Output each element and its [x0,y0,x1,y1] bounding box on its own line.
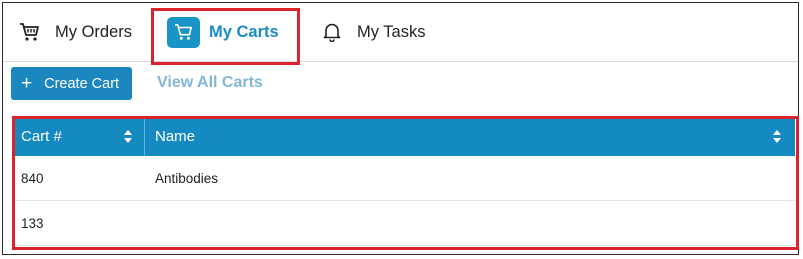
cart-icon [167,16,200,48]
tab-my-carts-label: My Carts [209,22,279,41]
cart-name-cell: Antibodies [155,170,219,186]
column-header-name[interactable]: Name [146,117,795,156]
bell-icon [321,21,343,43]
table-row[interactable]: 840 Antibodies [12,156,795,201]
table-header: Cart # Name [12,117,795,156]
cart-number-cell: 133 [21,215,44,231]
create-cart-label: Create Cart [44,75,120,92]
cart-icon [19,21,41,43]
tab-my-tasks-label: My Tasks [357,22,426,41]
column-header-label: Name [155,128,196,145]
page-frame: My Orders My Carts My Tasks + Create Car… [2,2,799,255]
tab-my-tasks[interactable]: My Tasks [321,3,425,61]
column-header-label: Cart # [21,128,62,145]
sort-icon[interactable] [124,130,132,143]
create-cart-button[interactable]: + Create Cart [11,67,132,100]
carts-table: Cart # Name 840 Antibodies 133 [12,117,795,246]
plus-icon: + [21,73,33,94]
cart-number-cell: 840 [21,170,44,186]
table-row[interactable]: 133 [12,201,795,246]
tab-bar: My Orders My Carts My Tasks [3,3,798,62]
tab-my-orders-label: My Orders [55,22,133,41]
tab-my-orders[interactable]: My Orders [19,3,132,61]
sort-icon[interactable] [773,130,781,143]
tab-my-carts[interactable]: My Carts [167,3,279,61]
column-header-cart-number[interactable]: Cart # [12,117,145,156]
view-all-carts-link[interactable]: View All Carts [157,74,263,92]
